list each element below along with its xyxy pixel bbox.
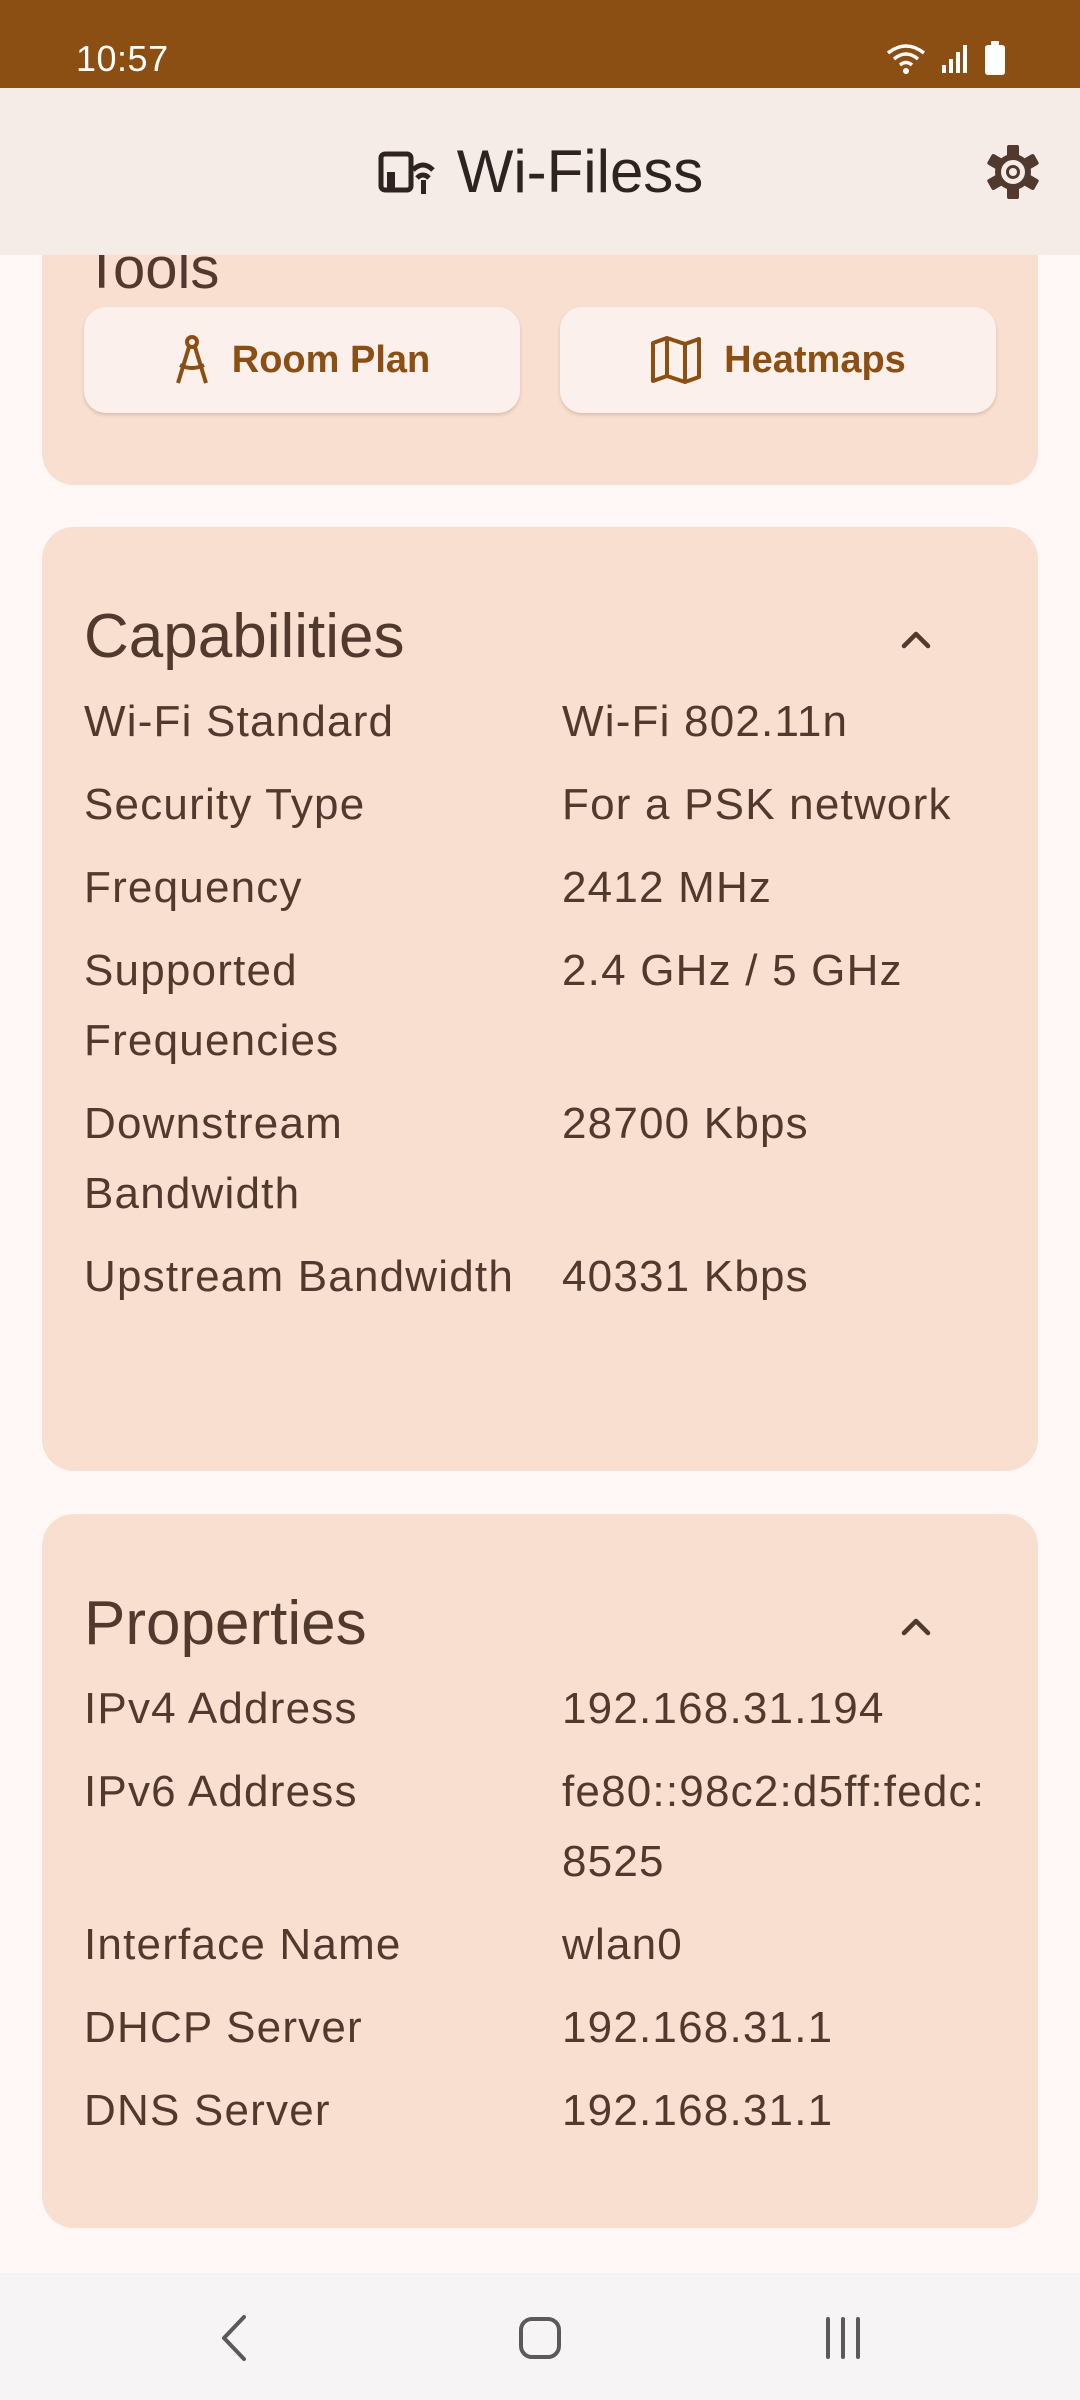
heatmaps-label: Heatmaps (724, 338, 906, 381)
app-bar: Wi-Filess (0, 88, 1080, 255)
capabilities-card: Capabilities Wi-Fi Standard Wi-Fi 802.11… (42, 527, 1038, 1471)
properties-header[interactable]: Properties (84, 1584, 996, 1664)
properties-card: Properties IPv4 Address 192.168.31.194 I… (42, 1514, 1038, 2228)
wifi-signal-icon (886, 44, 926, 74)
app-title: Wi-Filess (456, 138, 704, 205)
capabilities-list: Wi-Fi Standard Wi-Fi 802.11n Security Ty… (84, 687, 1008, 1325)
back-icon[interactable] (202, 2303, 272, 2373)
row-value: 28700 Kbps (562, 1099, 809, 1148)
row-label: Interface Name (84, 1920, 402, 1969)
list-item: IPv6 Address fe80::98c2:d5ff:fedc:8525 (84, 1757, 1008, 1897)
cell-signal-icon (942, 45, 967, 73)
list-item: DNS Server 192.168.31.1 (84, 2076, 1008, 2146)
recent-apps-icon[interactable] (808, 2303, 878, 2373)
router-wifi-icon (378, 151, 435, 194)
row-value: 192.168.31.1 (562, 2003, 834, 2052)
row-label: DHCP Server (84, 2003, 363, 2052)
row-label: Supported Frequencies (84, 946, 340, 1065)
list-item: Wi-Fi Standard Wi-Fi 802.11n (84, 687, 1008, 757)
row-label: IPv4 Address (84, 1684, 358, 1733)
row-value: 2412 MHz (562, 863, 773, 912)
list-item: Frequency 2412 MHz (84, 853, 1008, 923)
properties-heading: Properties (84, 1589, 367, 1658)
home-icon[interactable] (505, 2303, 575, 2373)
list-item: Downstream Bandwidth 28700 Kbps (84, 1089, 1008, 1229)
status-icons (886, 38, 1006, 78)
room-plan-button[interactable]: Room Plan (84, 307, 520, 413)
list-item: IPv4 Address 192.168.31.194 (84, 1674, 1008, 1744)
list-item: Interface Name wlan0 (84, 1910, 1008, 1980)
capabilities-heading: Capabilities (84, 602, 405, 671)
row-label: Upstream Bandwidth (84, 1252, 515, 1301)
row-value: 40331 Kbps (562, 1252, 809, 1301)
map-icon (651, 336, 702, 384)
list-item: DHCP Server 192.168.31.1 (84, 1993, 1008, 2063)
row-label: Security Type (84, 780, 366, 829)
compass-drafting-icon (175, 335, 208, 384)
room-plan-label: Room Plan (231, 338, 431, 381)
list-item: Upstream Bandwidth 40331 Kbps (84, 1242, 1008, 1312)
row-value: For a PSK network (562, 780, 952, 829)
row-label: Frequency (84, 863, 303, 912)
row-value: Wi-Fi 802.11n (562, 697, 849, 746)
content-scroll[interactable]: Tools Room Plan Heatmaps Capabilities Wi… (0, 255, 1080, 2273)
list-item: Security Type For a PSK network (84, 770, 1008, 840)
row-label: Wi-Fi Standard (84, 697, 395, 746)
heatmaps-button[interactable]: Heatmaps (560, 307, 996, 413)
row-value: 2.4 GHz / 5 GHz (562, 946, 903, 995)
settings-gear-icon[interactable] (984, 143, 1042, 201)
capabilities-header[interactable]: Capabilities (84, 597, 996, 677)
row-label: IPv6 Address (84, 1767, 358, 1816)
properties-list: IPv4 Address 192.168.31.194 IPv6 Address… (84, 1674, 1008, 2159)
row-value: wlan0 (562, 1920, 683, 1969)
battery-icon (985, 41, 1005, 75)
row-value: fe80::98c2:d5ff:fedc:8525 (562, 1767, 986, 1886)
tools-card: Tools Room Plan Heatmaps (42, 255, 1038, 485)
chevron-up-icon[interactable] (896, 1606, 936, 1646)
status-time: 10:57 (76, 38, 169, 79)
row-label: Downstream Bandwidth (84, 1099, 343, 1218)
chevron-up-icon[interactable] (896, 619, 936, 659)
row-value: 192.168.31.194 (562, 1684, 885, 1733)
tools-heading: Tools (84, 255, 220, 301)
list-item: Supported Frequencies 2.4 GHz / 5 GHz (84, 936, 1008, 1076)
row-label: DNS Server (84, 2086, 331, 2135)
system-nav-bar (0, 2273, 1080, 2400)
row-value: 192.168.31.1 (562, 2086, 834, 2135)
status-bar: 10:57 (0, 0, 1080, 88)
